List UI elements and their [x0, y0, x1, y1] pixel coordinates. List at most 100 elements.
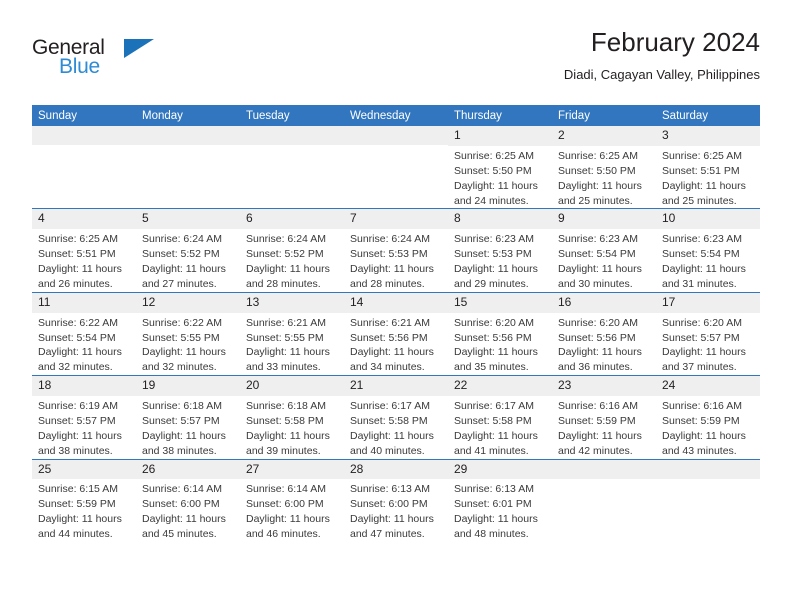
calendar-day-cell[interactable]: 16 Sunrise: 6:20 AM Sunset: 5:56 PM Dayligh…	[552, 291, 656, 376]
calendar-day-cell[interactable]: 10 Sunrise: 6:23 AM Sunset: 5:54 PM Dayligh…	[656, 208, 760, 293]
day-sun-info: Sunrise: 6:20 AM Sunset: 5:56 PM Daylight:…	[552, 313, 656, 376]
calendar-day-cell[interactable]: 13 Sunrise: 6:21 AM Sunset: 5:55 PM Dayligh…	[240, 291, 344, 376]
day-number: 13	[240, 292, 344, 313]
calendar-day-cell[interactable]: 22 Sunrise: 6:17 AM Sunset: 5:58 PM Dayligh…	[448, 375, 552, 460]
calendar-header-row: Sunday Monday Tuesday Wednesday Thursday…	[32, 105, 760, 126]
day-number: 10	[656, 209, 760, 230]
sunset-text: Sunset: 5:57 PM	[142, 414, 220, 427]
sunset-text: Sunset: 5:52 PM	[246, 248, 324, 261]
sunrise-text: Sunrise: 6:14 AM	[142, 483, 222, 496]
calendar-day-cell[interactable]: 15 Sunrise: 6:20 AM Sunset: 5:56 PM Dayligh…	[448, 291, 552, 376]
sunset-text: Sunset: 6:01 PM	[454, 498, 532, 511]
calendar-day-cell-empty	[656, 458, 760, 543]
sunrise-text: Sunrise: 6:24 AM	[246, 233, 326, 246]
calendar-day-cell[interactable]: 5 Sunrise: 6:24 AM Sunset: 5:52 PM Daylight…	[136, 208, 240, 293]
sunset-text: Sunset: 5:54 PM	[38, 331, 116, 344]
sunrise-text: Sunrise: 6:14 AM	[246, 483, 326, 496]
sunset-text: Sunset: 5:54 PM	[662, 248, 740, 261]
sunrise-text: Sunrise: 6:24 AM	[350, 233, 430, 246]
calendar-day-cell[interactable]: 7 Sunrise: 6:24 AM Sunset: 5:53 PM Daylight…	[344, 208, 448, 293]
day-number: 11	[32, 292, 136, 313]
calendar-day-cell[interactable]: 1 Sunrise: 6:25 AM Sunset: 5:50 PM Daylight…	[448, 126, 552, 209]
sunset-text: Sunset: 5:54 PM	[558, 248, 636, 261]
day-sun-info: Sunrise: 6:13 AM Sunset: 6:01 PM Daylight:…	[448, 479, 552, 542]
calendar-day-cell[interactable]: 21 Sunrise: 6:17 AM Sunset: 5:58 PM Dayligh…	[344, 375, 448, 460]
calendar-day-cell[interactable]: 20 Sunrise: 6:18 AM Sunset: 5:58 PM Dayligh…	[240, 375, 344, 460]
calendar-day-cell[interactable]: 3 Sunrise: 6:25 AM Sunset: 5:51 PM Daylight…	[656, 126, 760, 209]
day-number: 23	[552, 376, 656, 397]
calendar-day-cell[interactable]: 6 Sunrise: 6:24 AM Sunset: 5:52 PM Daylight…	[240, 208, 344, 293]
day-number: 21	[344, 376, 448, 397]
calendar-day-cell[interactable]: 23 Sunrise: 6:16 AM Sunset: 5:59 PM Dayligh…	[552, 375, 656, 460]
calendar-day-cell[interactable]: 24 Sunrise: 6:16 AM Sunset: 5:59 PM Dayligh…	[656, 375, 760, 460]
sunrise-text: Sunrise: 6:13 AM	[454, 483, 534, 496]
day-sun-info: Sunrise: 6:25 AM Sunset: 5:51 PM Daylight:…	[656, 146, 760, 209]
sunrise-text: Sunrise: 6:25 AM	[662, 149, 742, 162]
day-sun-info: Sunrise: 6:18 AM Sunset: 5:58 PM Daylight:…	[240, 396, 344, 459]
sunrise-text: Sunrise: 6:16 AM	[662, 400, 742, 413]
day-number	[552, 459, 656, 479]
calendar-week-row: 18 Sunrise: 6:19 AM Sunset: 5:57 PM Dayligh…	[32, 375, 760, 460]
calendar-day-cell[interactable]: 26 Sunrise: 6:14 AM Sunset: 6:00 PM Dayligh…	[136, 458, 240, 543]
general-blue-logo[interactable]: General Blue	[32, 36, 162, 84]
calendar-day-cell[interactable]: 12 Sunrise: 6:22 AM Sunset: 5:55 PM Dayligh…	[136, 291, 240, 376]
sunset-text: Sunset: 5:58 PM	[454, 414, 532, 427]
sunset-text: Sunset: 5:53 PM	[350, 248, 428, 261]
weekday-header-friday: Friday	[552, 105, 656, 126]
sunset-text: Sunset: 5:59 PM	[662, 414, 740, 427]
weekday-header-wednesday: Wednesday	[344, 105, 448, 126]
sunset-text: Sunset: 5:56 PM	[454, 331, 532, 344]
sunrise-text: Sunrise: 6:19 AM	[38, 400, 118, 413]
day-number: 18	[32, 376, 136, 397]
day-sun-info: Sunrise: 6:22 AM Sunset: 5:55 PM Daylight:…	[136, 313, 240, 376]
weekday-header-sunday: Sunday	[32, 105, 136, 126]
calendar-day-cell[interactable]: 4 Sunrise: 6:25 AM Sunset: 5:51 PM Daylight…	[32, 208, 136, 293]
page-title: February 2024	[590, 27, 760, 57]
calendar-day-cell[interactable]: 25 Sunrise: 6:15 AM Sunset: 5:59 PM Dayligh…	[32, 458, 136, 543]
sunrise-text: Sunrise: 6:20 AM	[662, 316, 742, 329]
day-sun-info: Sunrise: 6:24 AM Sunset: 5:52 PM Daylight:…	[136, 229, 240, 292]
sunset-text: Sunset: 5:58 PM	[350, 414, 428, 427]
calendar-day-cell-empty	[552, 458, 656, 543]
calendar-day-cell[interactable]: 11 Sunrise: 6:22 AM Sunset: 5:54 PM Dayligh…	[32, 291, 136, 376]
calendar-day-cell[interactable]: 2 Sunrise: 6:25 AM Sunset: 5:50 PM Daylight…	[552, 126, 656, 209]
sunrise-text: Sunrise: 6:24 AM	[142, 233, 222, 246]
daylight-text: Daylight: 11 hours and 45 minutes.	[142, 513, 226, 541]
sunset-text: Sunset: 5:56 PM	[350, 331, 428, 344]
sunrise-text: Sunrise: 6:17 AM	[454, 400, 534, 413]
calendar-day-cell-empty	[32, 126, 136, 209]
calendar-day-cell[interactable]: 29 Sunrise: 6:13 AM Sunset: 6:01 PM Dayligh…	[448, 458, 552, 543]
calendar-day-cell[interactable]: 19 Sunrise: 6:18 AM Sunset: 5:57 PM Dayligh…	[136, 375, 240, 460]
calendar-day-cell[interactable]: 9 Sunrise: 6:23 AM Sunset: 5:54 PM Daylight…	[552, 208, 656, 293]
day-number: 17	[656, 292, 760, 313]
day-number	[136, 126, 240, 145]
daylight-text: Daylight: 11 hours and 44 minutes.	[38, 513, 122, 541]
daylight-text: Daylight: 11 hours and 33 minutes.	[246, 346, 330, 374]
sunset-text: Sunset: 6:00 PM	[246, 498, 324, 511]
day-number: 26	[136, 459, 240, 480]
calendar-day-cell[interactable]: 14 Sunrise: 6:21 AM Sunset: 5:56 PM Dayligh…	[344, 291, 448, 376]
day-sun-info: Sunrise: 6:24 AM Sunset: 5:53 PM Daylight:…	[344, 229, 448, 292]
day-sun-info: Sunrise: 6:14 AM Sunset: 6:00 PM Daylight:…	[240, 479, 344, 542]
weekday-header-monday: Monday	[136, 105, 240, 126]
daylight-text: Daylight: 11 hours and 38 minutes.	[38, 429, 122, 457]
daylight-text: Daylight: 11 hours and 48 minutes.	[454, 513, 538, 541]
calendar-day-cell[interactable]: 27 Sunrise: 6:14 AM Sunset: 6:00 PM Dayligh…	[240, 458, 344, 543]
calendar-day-cell[interactable]: 28 Sunrise: 6:13 AM Sunset: 6:00 PM Dayligh…	[344, 458, 448, 543]
day-sun-info: Sunrise: 6:16 AM Sunset: 5:59 PM Daylight:…	[552, 396, 656, 459]
calendar-day-cell[interactable]: 8 Sunrise: 6:23 AM Sunset: 5:53 PM Daylight…	[448, 208, 552, 293]
daylight-text: Daylight: 11 hours and 43 minutes.	[662, 429, 746, 457]
calendar-day-cell[interactable]: 18 Sunrise: 6:19 AM Sunset: 5:57 PM Dayligh…	[32, 375, 136, 460]
day-number: 5	[136, 209, 240, 230]
logo-triangle-icon	[124, 39, 154, 58]
daylight-text: Daylight: 11 hours and 40 minutes.	[350, 429, 434, 457]
title-block: February 2024 Diadi, Cagayan Valley, Phi…	[564, 28, 760, 82]
calendar-day-cell[interactable]: 17 Sunrise: 6:20 AM Sunset: 5:57 PM Dayligh…	[656, 291, 760, 376]
calendar-table: Sunday Monday Tuesday Wednesday Thursday…	[32, 105, 760, 543]
daylight-text: Daylight: 11 hours and 27 minutes.	[142, 263, 226, 290]
sunrise-text: Sunrise: 6:25 AM	[454, 149, 534, 162]
sunrise-text: Sunrise: 6:15 AM	[38, 483, 118, 496]
daylight-text: Daylight: 11 hours and 25 minutes.	[558, 179, 642, 207]
daylight-text: Daylight: 11 hours and 38 minutes.	[142, 429, 226, 457]
day-sun-info: Sunrise: 6:21 AM Sunset: 5:56 PM Daylight:…	[344, 313, 448, 376]
